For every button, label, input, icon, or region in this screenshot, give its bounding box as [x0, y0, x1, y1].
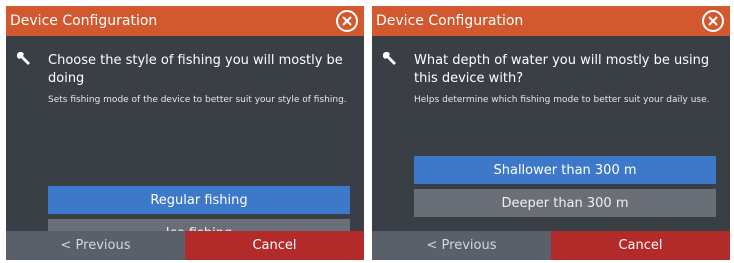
close-icon[interactable]: [702, 10, 724, 32]
hint-text: Helps determine which fishing mode to be…: [414, 95, 710, 105]
previous-button[interactable]: < Previous: [372, 231, 551, 260]
screen: Device Configuration Choose the style of…: [0, 0, 734, 263]
dialog-title: Device Configuration: [10, 13, 158, 29]
cancel-button[interactable]: Cancel: [185, 231, 364, 260]
previous-button[interactable]: < Previous: [6, 231, 185, 260]
option-deeper-than-300m[interactable]: Deeper than 300 m: [414, 189, 716, 217]
option-shallower-than-300m[interactable]: Shallower than 300 m: [414, 156, 716, 184]
dialog-title: Device Configuration: [376, 13, 524, 29]
device-configuration-dialog-fishing-style: Device Configuration Choose the style of…: [6, 6, 364, 260]
close-x-glyph: [708, 16, 718, 26]
device-configuration-dialog-water-depth: Device Configuration What depth of water…: [372, 6, 730, 260]
dialog-footer: < Previous Cancel: [6, 231, 364, 260]
cancel-button[interactable]: Cancel: [551, 231, 730, 260]
wrench-icon: [383, 52, 396, 65]
close-icon[interactable]: [336, 10, 358, 32]
dialog-titlebar: Device Configuration: [372, 6, 730, 36]
wrench-icon: [17, 52, 30, 65]
hint-text: Sets fishing mode of the device to bette…: [48, 95, 347, 105]
option-regular-fishing[interactable]: Regular fishing: [48, 186, 350, 214]
question-text: Choose the style of fishing you will mos…: [48, 53, 343, 86]
question-text: What depth of water you will mostly be u…: [414, 53, 710, 86]
close-x-glyph: [342, 16, 352, 26]
dialog-titlebar: Device Configuration: [6, 6, 364, 36]
dialog-footer: < Previous Cancel: [372, 231, 730, 260]
